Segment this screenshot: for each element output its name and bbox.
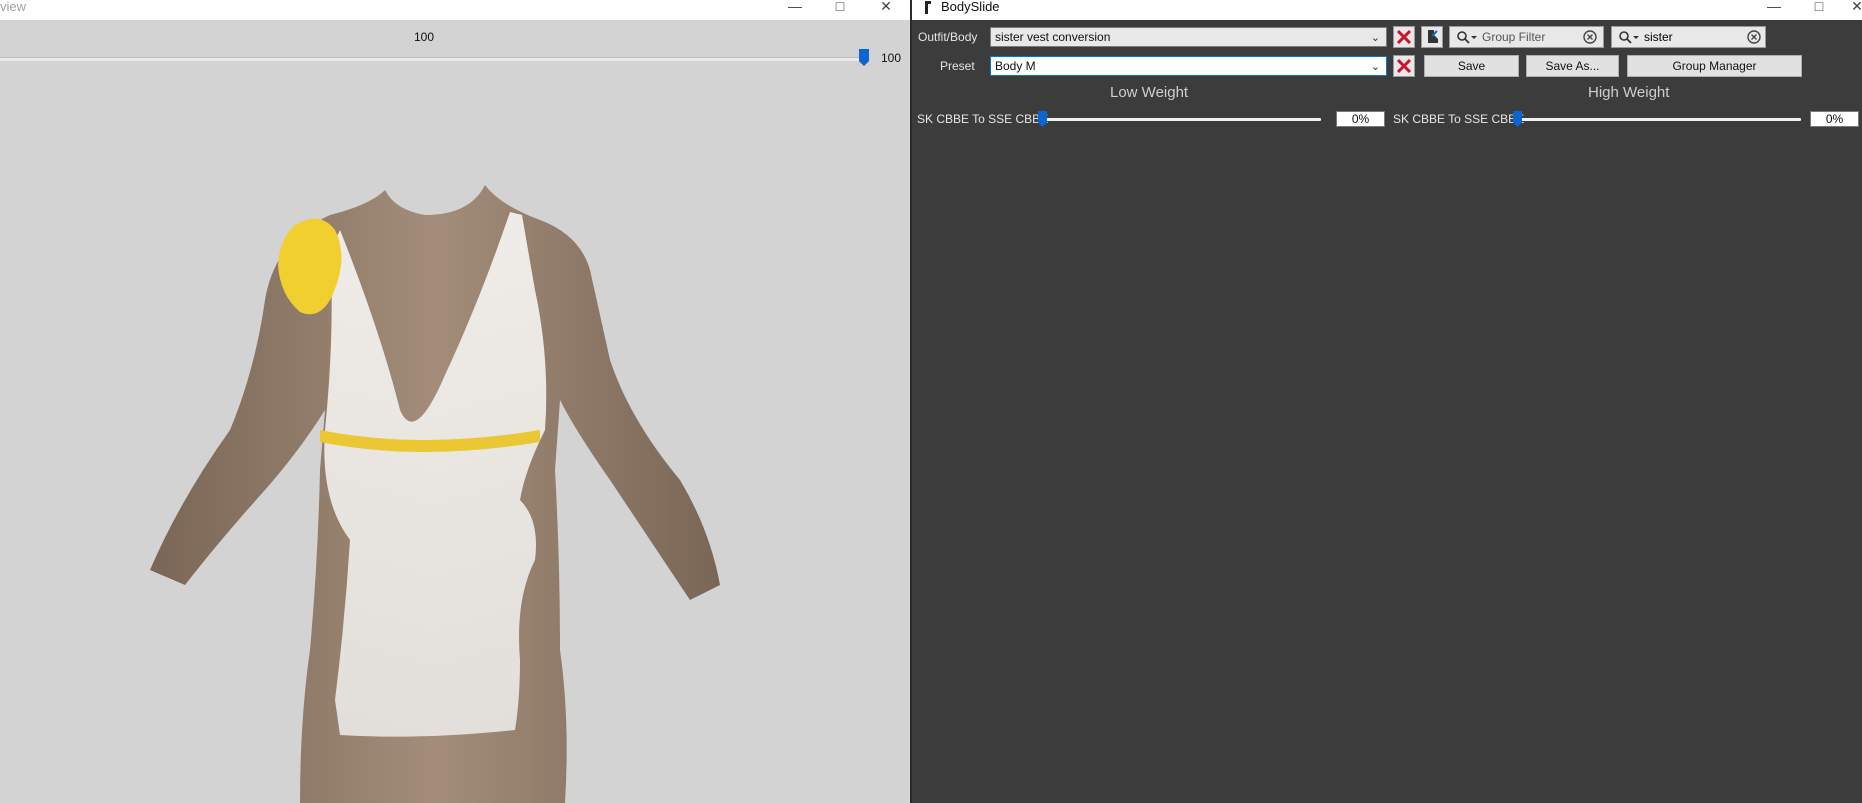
clear-preset-button[interactable]	[1393, 55, 1415, 77]
save-button[interactable]: Save	[1424, 55, 1519, 77]
outfit-filter-value: sister	[1644, 30, 1673, 44]
preset-select-value: Body M	[995, 59, 1036, 73]
group-filter-placeholder: Group Filter	[1482, 30, 1546, 44]
group-manager-button[interactable]: Group Manager	[1627, 55, 1802, 77]
group-filter-input[interactable]: Group Filter	[1449, 26, 1604, 48]
boot-icon	[1428, 30, 1438, 43]
chevron-down-icon: ⌄	[1370, 61, 1380, 73]
clear-red-x-icon	[1396, 58, 1412, 74]
outfit-select[interactable]: sister vest conversion ⌄	[990, 27, 1387, 47]
bodyslide-title: BodySlide	[941, 0, 1000, 14]
slider-value-high[interactable]: 0%	[1810, 111, 1859, 127]
outfit-select-value: sister vest conversion	[995, 30, 1111, 44]
clear-search-icon[interactable]	[1583, 30, 1597, 44]
search-dropdown-icon	[1619, 31, 1639, 44]
bodyslide-app-icon	[925, 1, 931, 14]
outfit-filter-input[interactable]: sister	[1611, 26, 1766, 48]
low-weight-heading: Low Weight	[1110, 84, 1189, 101]
preview-3d-figure[interactable]	[0, 0, 910, 803]
slider-value-low[interactable]: 0%	[1336, 111, 1385, 127]
slider-track-high[interactable]	[1515, 118, 1801, 121]
preset-select[interactable]: Body M ⌄	[990, 56, 1387, 76]
outfit-label: Outfit/Body	[918, 30, 978, 44]
high-weight-heading: High Weight	[1588, 84, 1670, 101]
clear-search-icon[interactable]	[1747, 30, 1761, 44]
minimize-icon[interactable]: —	[1754, 0, 1794, 20]
outfit-action-button[interactable]	[1421, 26, 1443, 48]
preview-window: view — □ ✕ 100 100	[0, 0, 910, 803]
chevron-down-icon: ⌄	[1370, 32, 1380, 44]
clear-red-x-icon	[1396, 29, 1412, 45]
save-as-button[interactable]: Save As...	[1526, 55, 1619, 77]
slider-track-low[interactable]	[1040, 118, 1321, 121]
maximize-icon[interactable]: □	[1799, 0, 1839, 20]
close-icon[interactable]: ✕	[1837, 0, 1862, 20]
bodyslide-titlebar: BodySlide — □ ✕	[912, 0, 1862, 20]
preset-label: Preset	[940, 59, 975, 73]
bodyslide-window: BodySlide — □ ✕ Outfit/Body sister vest …	[910, 0, 1862, 803]
slider-label-high: SK CBBE To SSE CBBE	[1393, 112, 1525, 126]
clear-outfit-button[interactable]	[1393, 26, 1415, 48]
search-dropdown-icon	[1457, 31, 1477, 44]
slider-label-low: SK CBBE To SSE CBBE	[917, 112, 1049, 126]
